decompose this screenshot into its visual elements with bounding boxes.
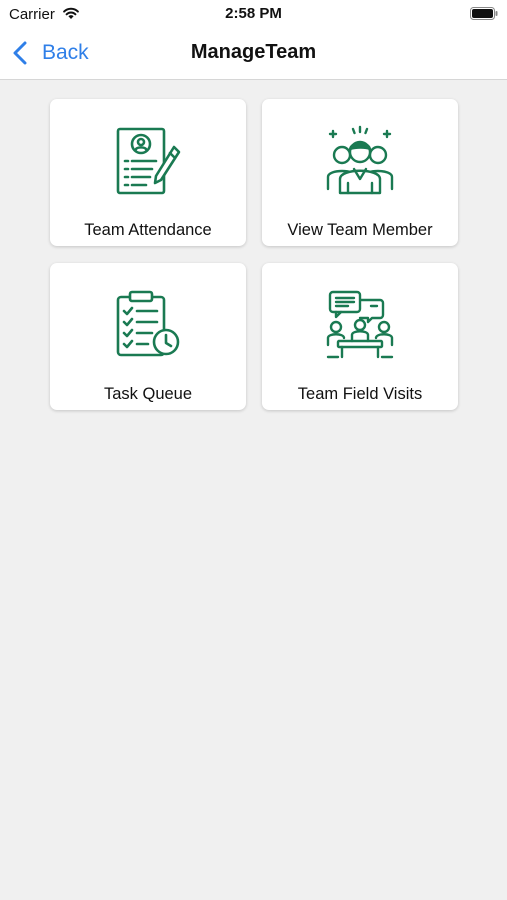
team-field-visits-card[interactable]: Team Field Visits	[262, 263, 458, 410]
team-members-icon	[326, 125, 394, 195]
card-label: Task Queue	[103, 385, 193, 403]
task-clipboard-icon	[116, 290, 180, 357]
team-attendance-card[interactable]: Team Attendance	[50, 99, 246, 246]
navigation-bar: Back ManageTeam	[0, 28, 507, 80]
battery-icon	[470, 7, 498, 20]
card-label: View Team Member	[287, 221, 433, 239]
card-label: Team Field Visits	[297, 385, 423, 403]
view-team-member-card[interactable]: View Team Member	[262, 99, 458, 246]
task-queue-card[interactable]: Task Queue	[50, 263, 246, 410]
page-title: ManageTeam	[190, 41, 317, 63]
clock: 2:58 PM	[225, 5, 282, 22]
status-bar: Carrier 2:58 PM	[0, 0, 507, 28]
card-label: Team Attendance	[84, 221, 212, 239]
attendance-form-icon	[116, 127, 181, 195]
meeting-chat-icon	[326, 290, 394, 359]
